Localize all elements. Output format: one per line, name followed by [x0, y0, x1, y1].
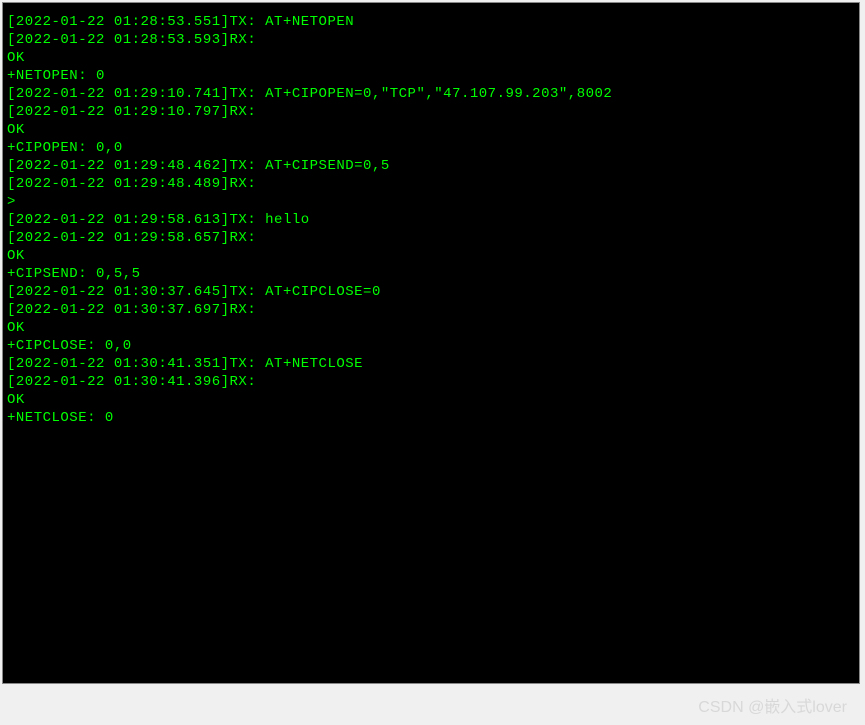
- log-line: [2022-01-22 01:30:41.396]RX:: [7, 373, 855, 391]
- log-line: [2022-01-22 01:30:37.697]RX:: [7, 301, 855, 319]
- log-line: [2022-01-22 01:29:10.741]TX: AT+CIPOPEN=…: [7, 85, 855, 103]
- log-line: [2022-01-22 01:29:48.489]RX:: [7, 175, 855, 193]
- log-line: [2022-01-22 01:29:58.613]TX: hello: [7, 211, 855, 229]
- log-line: [2022-01-22 01:30:41.351]TX: AT+NETCLOSE: [7, 355, 855, 373]
- log-line: [2022-01-22 01:30:37.645]TX: AT+CIPCLOSE…: [7, 283, 855, 301]
- log-line: OK: [7, 319, 855, 337]
- log-line: [2022-01-22 01:28:53.593]RX:: [7, 31, 855, 49]
- log-line: +CIPCLOSE: 0,0: [7, 337, 855, 355]
- log-line: OK: [7, 49, 855, 67]
- log-line: OK: [7, 121, 855, 139]
- log-line: [2022-01-22 01:29:10.797]RX:: [7, 103, 855, 121]
- log-line: OK: [7, 391, 855, 409]
- log-line: [2022-01-22 01:29:58.657]RX:: [7, 229, 855, 247]
- log-line: [2022-01-22 01:29:48.462]TX: AT+CIPSEND=…: [7, 157, 855, 175]
- log-line: +CIPSEND: 0,5,5: [7, 265, 855, 283]
- log-line: +NETOPEN: 0: [7, 67, 855, 85]
- log-line: >: [7, 193, 855, 211]
- log-line: OK: [7, 247, 855, 265]
- terminal-window[interactable]: [2022-01-22 01:28:53.551]TX: AT+NETOPEN …: [2, 2, 860, 684]
- log-line: +CIPOPEN: 0,0: [7, 139, 855, 157]
- watermark-text: CSDN @嵌入式lover: [698, 693, 847, 717]
- log-line: +NETCLOSE: 0: [7, 409, 855, 427]
- log-line: [2022-01-22 01:28:53.551]TX: AT+NETOPEN: [7, 13, 855, 31]
